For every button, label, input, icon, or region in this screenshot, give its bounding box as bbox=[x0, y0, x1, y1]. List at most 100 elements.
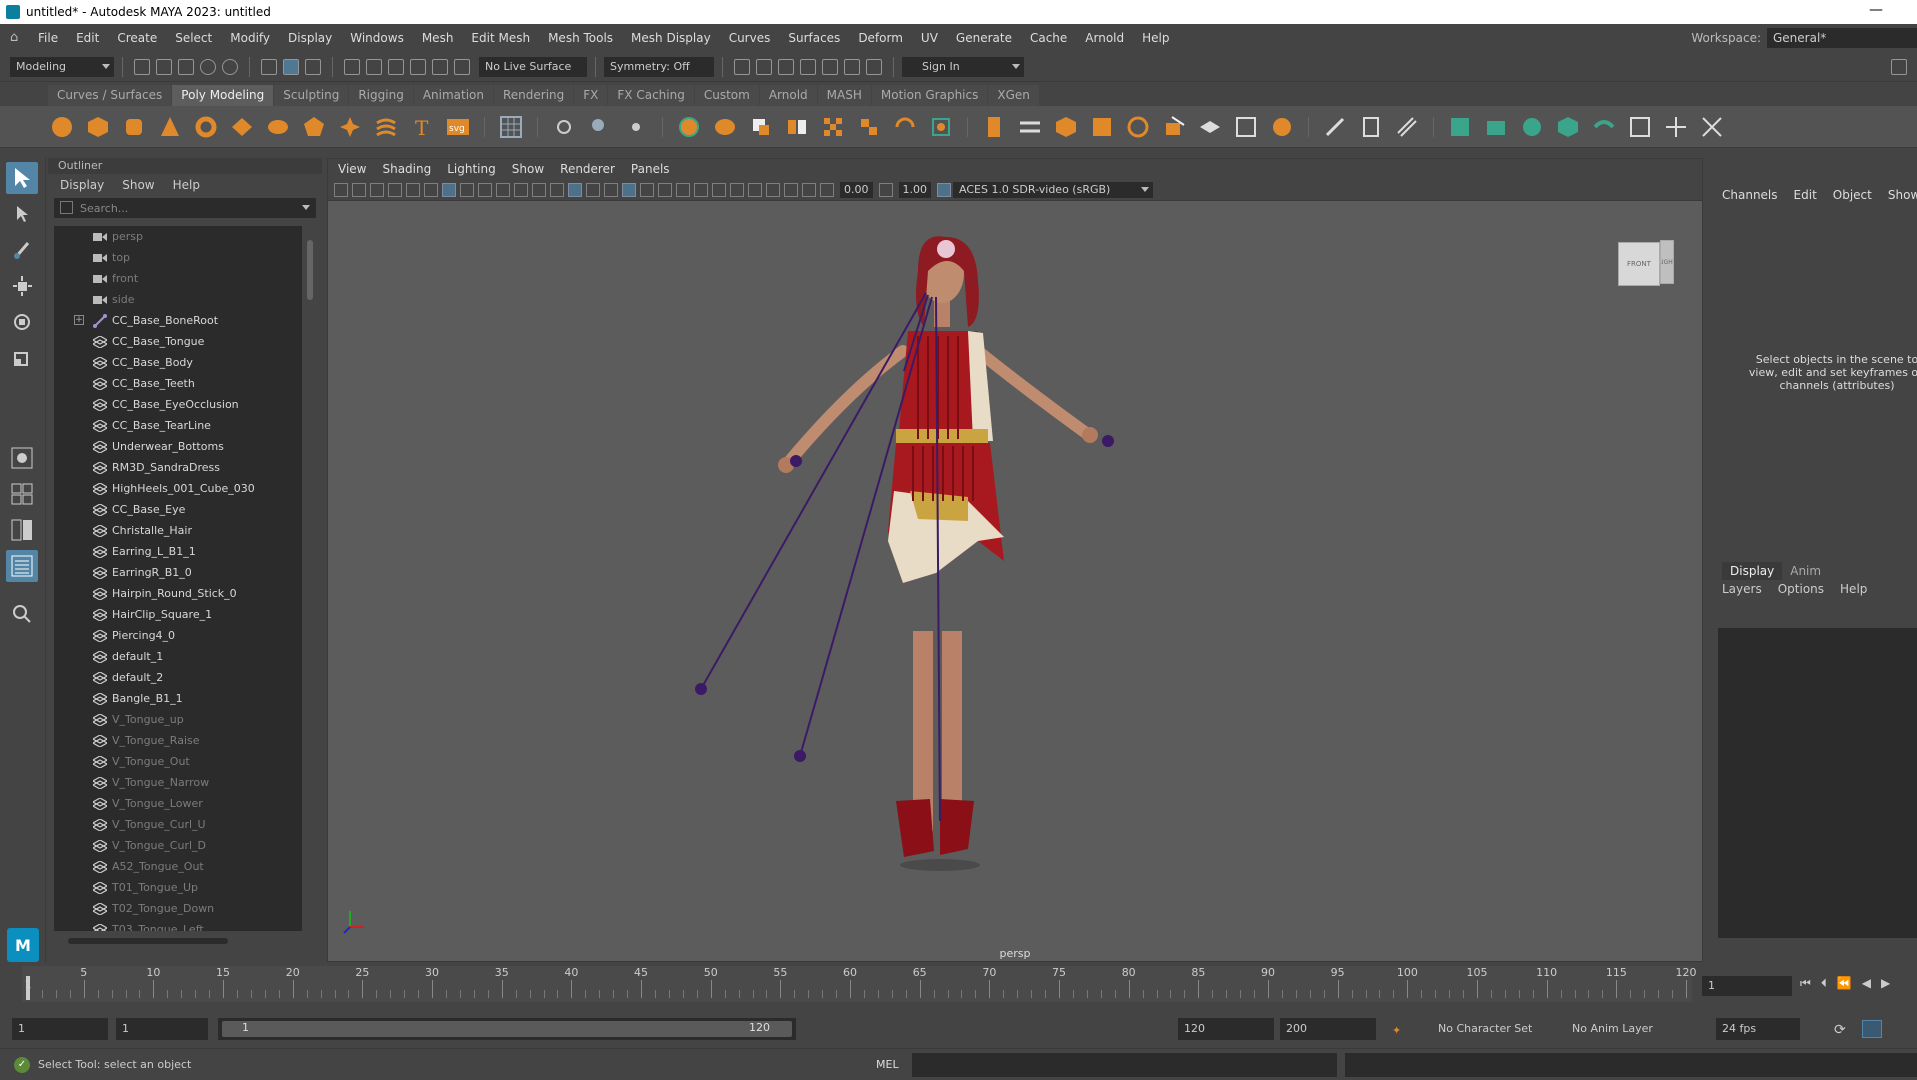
select-tool-icon[interactable] bbox=[6, 162, 38, 194]
tab-fx[interactable]: FX bbox=[574, 85, 608, 106]
clean-up-icon[interactable] bbox=[927, 113, 955, 141]
tab-mash[interactable]: MASH bbox=[817, 85, 871, 106]
camera-attributes-icon[interactable] bbox=[352, 182, 366, 197]
outliner-menu-help[interactable]: Help bbox=[173, 178, 200, 192]
outliner-item[interactable]: EarringR_B1_0 bbox=[54, 562, 302, 583]
outliner-horizontal-scrollbar[interactable] bbox=[54, 934, 316, 948]
tab-sculpting[interactable]: Sculpting bbox=[274, 85, 349, 106]
step-back-key-icon[interactable]: ⏪ bbox=[1837, 976, 1852, 991]
outliner-layout-icon[interactable] bbox=[6, 550, 38, 582]
outliner-search-input[interactable]: Search... bbox=[54, 198, 316, 218]
smooth-icon[interactable] bbox=[783, 113, 811, 141]
open-scene-icon[interactable] bbox=[156, 58, 172, 75]
poly-cylinder-icon[interactable] bbox=[120, 113, 148, 141]
uv-sew-icon[interactable] bbox=[1698, 113, 1726, 141]
anim-layer-dropdown[interactable]: No Anim Layer bbox=[1566, 1018, 1686, 1040]
outliner-item[interactable]: Earring_L_B1_1 bbox=[54, 541, 302, 562]
tab-curves-surfaces[interactable]: Curves / Surfaces bbox=[48, 85, 172, 106]
tab-display-layers[interactable]: Display bbox=[1722, 562, 1783, 580]
workspace-dropdown[interactable]: General* bbox=[1767, 28, 1917, 48]
render-settings-icon[interactable] bbox=[800, 58, 816, 75]
outliner-item[interactable]: V_Tongue_Lower bbox=[54, 793, 302, 814]
select-object-icon[interactable] bbox=[283, 58, 299, 75]
anti-aliasing-icon[interactable] bbox=[712, 182, 726, 197]
viewport-menu-view[interactable]: View bbox=[338, 162, 366, 176]
outliner-menu-show[interactable]: Show bbox=[122, 178, 154, 192]
tab-xgen[interactable]: XGen bbox=[988, 85, 1039, 106]
start-time-field[interactable]: 1 bbox=[12, 1018, 108, 1040]
booleans-icon[interactable] bbox=[819, 113, 847, 141]
outliner-item[interactable]: top bbox=[54, 247, 302, 268]
smooth-shade-icon[interactable] bbox=[568, 182, 582, 197]
current-frame-field[interactable]: 1 bbox=[1702, 976, 1792, 996]
offset-edge-loop-icon[interactable] bbox=[1268, 113, 1296, 141]
outliner-item[interactable]: Underwear_Bottoms bbox=[54, 436, 302, 457]
fill-hole-icon[interactable] bbox=[1124, 113, 1152, 141]
channel-menu-show[interactable]: Show bbox=[1888, 188, 1917, 202]
viewport-panel[interactable]: View Shading Lighting Show Renderer Pane… bbox=[327, 158, 1703, 962]
xray-joints-icon[interactable] bbox=[784, 182, 798, 197]
new-scene-icon[interactable] bbox=[134, 58, 150, 75]
character-set-dropdown[interactable]: No Character Set bbox=[1432, 1018, 1552, 1040]
outliner-item[interactable]: V_Tongue_Curl_D bbox=[54, 835, 302, 856]
end-time-field[interactable]: 200 bbox=[1280, 1018, 1376, 1040]
separate-icon[interactable] bbox=[711, 113, 739, 141]
exposure-icon[interactable] bbox=[820, 182, 834, 197]
rotate-tool-icon[interactable] bbox=[6, 306, 38, 338]
outliner-item[interactable]: CC_Base_Eye bbox=[54, 499, 302, 520]
playback-end-field[interactable]: 120 bbox=[1178, 1018, 1274, 1040]
poly-sphere-icon[interactable] bbox=[48, 113, 76, 141]
layer-menu-layers[interactable]: Layers bbox=[1722, 582, 1762, 596]
undo-icon[interactable] bbox=[200, 58, 216, 75]
ipr-render-icon[interactable] bbox=[778, 58, 794, 75]
exposure-field[interactable]: 0.00 bbox=[840, 181, 873, 198]
reduce-icon[interactable] bbox=[855, 113, 883, 141]
menu-help[interactable]: Help bbox=[1142, 31, 1169, 45]
time-ruler[interactable]: 1 51015202530354045505560657075808590951… bbox=[22, 966, 1697, 1002]
live-surface-field[interactable]: No Live Surface bbox=[479, 56, 587, 77]
outliner-item[interactable]: Piercing4_0 bbox=[54, 625, 302, 646]
outliner-item[interactable]: persp bbox=[54, 226, 302, 247]
menu-file[interactable]: File bbox=[38, 31, 58, 45]
menu-mesh-display[interactable]: Mesh Display bbox=[631, 31, 711, 45]
settings-icon[interactable] bbox=[1891, 58, 1907, 75]
poly-cube-icon[interactable] bbox=[84, 113, 112, 141]
outliner-item[interactable]: V_Tongue_Raise bbox=[54, 730, 302, 751]
paint-select-tool-icon[interactable] bbox=[6, 234, 38, 266]
isolate-select-icon[interactable] bbox=[748, 182, 762, 197]
color-management-icon[interactable] bbox=[937, 182, 951, 197]
go-to-start-icon[interactable]: ⏮ bbox=[1800, 976, 1811, 991]
outliner-item[interactable]: CC_Base_Body bbox=[54, 352, 302, 373]
sign-in-button[interactable]: Sign In bbox=[902, 56, 1024, 77]
menu-edit[interactable]: Edit bbox=[76, 31, 99, 45]
depth-of-field-icon[interactable] bbox=[730, 182, 744, 197]
snap-point-icon[interactable] bbox=[388, 58, 404, 75]
tab-fx-caching[interactable]: FX Caching bbox=[608, 85, 694, 106]
ambient-occlusion-icon[interactable] bbox=[676, 182, 690, 197]
outliner-item[interactable]: default_2 bbox=[54, 667, 302, 688]
home-icon[interactable]: ⌂ bbox=[10, 31, 26, 45]
menu-deform[interactable]: Deform bbox=[858, 31, 903, 45]
two-view-layout-icon[interactable] bbox=[6, 514, 38, 546]
menu-set-dropdown[interactable]: Modeling bbox=[10, 56, 114, 77]
range-slider-handle[interactable] bbox=[222, 1021, 792, 1037]
command-line-input[interactable] bbox=[912, 1053, 1337, 1077]
uv-planar-icon[interactable] bbox=[1446, 113, 1474, 141]
slide-edge-icon[interactable] bbox=[1393, 113, 1421, 141]
image-plane-icon[interactable] bbox=[388, 182, 402, 197]
menu-generate[interactable]: Generate bbox=[956, 31, 1012, 45]
single-perspective-layout-icon[interactable] bbox=[6, 442, 38, 474]
view-cube[interactable]: FRONT RIGHT bbox=[1618, 236, 1674, 288]
mirror-icon[interactable] bbox=[891, 113, 919, 141]
loop-icon[interactable]: ⟳ bbox=[1834, 1022, 1846, 1038]
bridge-icon[interactable] bbox=[1016, 113, 1044, 141]
outliner-item[interactable]: RM3D_SandraDress bbox=[54, 457, 302, 478]
hypershade-icon[interactable] bbox=[822, 58, 838, 75]
scrollbar-thumb[interactable] bbox=[307, 240, 313, 300]
uv-unfold-icon[interactable] bbox=[1590, 113, 1618, 141]
combine-icon[interactable] bbox=[675, 113, 703, 141]
outliner-item[interactable]: + CC_Base_BoneRoot bbox=[54, 310, 302, 331]
select-component-icon[interactable] bbox=[305, 58, 321, 75]
channel-menu-edit[interactable]: Edit bbox=[1794, 188, 1817, 202]
arnold-render-icon[interactable] bbox=[844, 58, 860, 75]
